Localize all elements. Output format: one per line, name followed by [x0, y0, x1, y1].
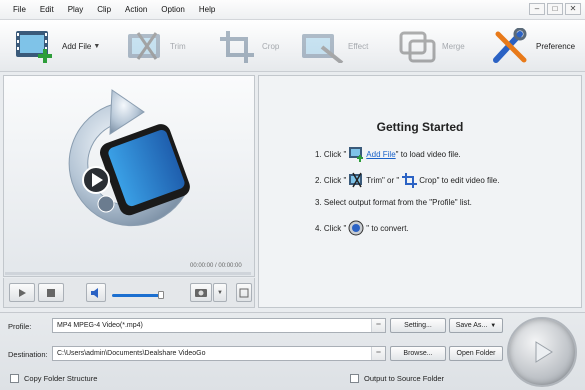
snapshot-button[interactable] [190, 283, 212, 302]
step2-middle: Trim" or " [366, 175, 400, 185]
crop-button[interactable]: Crop [218, 26, 279, 66]
play-icon [19, 288, 26, 297]
menu-file[interactable]: File [6, 5, 33, 14]
chevron-down-icon: ▼ [490, 322, 497, 329]
save-as-label: Save As... [455, 322, 488, 329]
chevron-down-icon[interactable]: ═ [371, 347, 385, 360]
maximize-button[interactable]: □ [547, 3, 563, 15]
film-add-icon [16, 31, 52, 63]
menu-help[interactable]: Help [192, 5, 222, 14]
guide-title: Getting Started [376, 120, 464, 134]
trim-label: Trim [170, 41, 186, 51]
effect-icon [302, 34, 344, 63]
preview-player [3, 75, 255, 277]
time-display: 00:00:00 / 00:00:00 [190, 263, 242, 269]
chevron-down-icon[interactable]: ▼ [93, 43, 100, 50]
profile-label: Profile: [8, 322, 32, 331]
menu-bar: File Edit Play Clip Action Option Help –… [0, 0, 585, 20]
add-file-button[interactable]: Add File ▼ [14, 26, 100, 66]
play-button[interactable] [9, 283, 35, 302]
trim-icon [128, 32, 160, 60]
stop-icon [47, 288, 55, 297]
merge-icon [399, 31, 436, 63]
app-logo-icon [68, 89, 190, 227]
preference-button[interactable]: Preference [490, 26, 575, 66]
camera-icon [195, 289, 207, 297]
guide-step-1: 1. Click " Add File " to load video file… [315, 146, 461, 162]
guide-step-3: 3. Select output format from the "Profil… [315, 198, 472, 207]
preference-label: Preference [536, 41, 576, 51]
save-as-button[interactable]: Save As... ▼ [449, 318, 503, 333]
getting-started-panel: Getting Started 1. Click " Add File " to… [258, 75, 582, 308]
mute-button[interactable] [86, 283, 106, 302]
convert-button[interactable] [507, 317, 577, 387]
effect-button[interactable]: Effect [300, 26, 368, 66]
step2-prefix: 2. Click " [315, 175, 347, 185]
browse-button[interactable]: Browse... [390, 346, 446, 361]
chevron-down-icon: ▼ [217, 289, 223, 296]
speaker-icon [91, 287, 98, 298]
trim-icon [349, 172, 363, 188]
close-button[interactable]: ✕ [565, 3, 581, 15]
convert-icon [348, 220, 364, 236]
crop-icon [402, 173, 418, 188]
crop-label: Crop [262, 41, 280, 51]
destination-label: Destination: [8, 350, 48, 359]
add-file-label: Add File [62, 41, 92, 51]
step1-suffix: " to load video file. [395, 149, 461, 159]
volume-slider[interactable] [112, 294, 164, 297]
step2-suffix: Crop" to edit video file. [419, 175, 500, 185]
toolbar: Add File ▼ Trim Crop Effect Merge Prefer… [0, 20, 585, 72]
add-file-link[interactable]: Add File [366, 150, 395, 159]
merge-button[interactable]: Merge [398, 26, 465, 66]
menu-play[interactable]: Play [61, 5, 91, 14]
guide-step-4: 4. Click " " to convert. [315, 220, 409, 236]
profile-select[interactable]: MP4 MPEG-4 Video(*.mp4) ═ [52, 318, 386, 333]
menu-option[interactable]: Option [154, 5, 192, 14]
seek-bar[interactable] [5, 272, 251, 275]
trim-button[interactable]: Trim [126, 26, 186, 66]
guide-step-2: 2. Click " Trim" or " Crop" to edit vide… [315, 172, 499, 188]
chevron-down-icon[interactable]: ═ [371, 319, 385, 332]
merge-label: Merge [442, 41, 465, 51]
menu-clip[interactable]: Clip [90, 5, 118, 14]
profile-value: MP4 MPEG-4 Video(*.mp4) [57, 322, 143, 329]
step4-prefix: 4. Click " [315, 223, 347, 233]
window-controls: – □ ✕ [529, 3, 581, 15]
fullscreen-button[interactable] [236, 283, 252, 302]
volume-handle[interactable] [158, 291, 165, 299]
copy-folder-label: Copy Folder Structure [24, 374, 98, 383]
film-add-icon [349, 147, 364, 162]
step4-suffix: " to convert. [366, 223, 409, 233]
snapshot-dropdown[interactable]: ▼ [213, 283, 227, 302]
play-icon [535, 341, 553, 363]
destination-field[interactable]: C:\Users\admin\Documents\Dealshare Video… [52, 346, 386, 361]
step1-prefix: 1. Click " [315, 149, 347, 159]
setting-button[interactable]: Setting... [390, 318, 446, 333]
fullscreen-icon [239, 288, 249, 297]
effect-label: Effect [348, 41, 369, 51]
output-source-label: Output to Source Folder [364, 374, 445, 383]
tools-icon [493, 28, 527, 63]
open-folder-button[interactable]: Open Folder [449, 346, 503, 361]
menu-action[interactable]: Action [118, 5, 154, 14]
destination-value: C:\Users\admin\Documents\Dealshare Video… [57, 350, 206, 357]
copy-folder-checkbox[interactable] [10, 374, 19, 383]
menu-edit[interactable]: Edit [33, 5, 61, 14]
crop-icon [220, 31, 254, 63]
minimize-button[interactable]: – [529, 3, 545, 15]
stop-button[interactable] [38, 283, 64, 302]
output-source-checkbox[interactable] [350, 374, 359, 383]
